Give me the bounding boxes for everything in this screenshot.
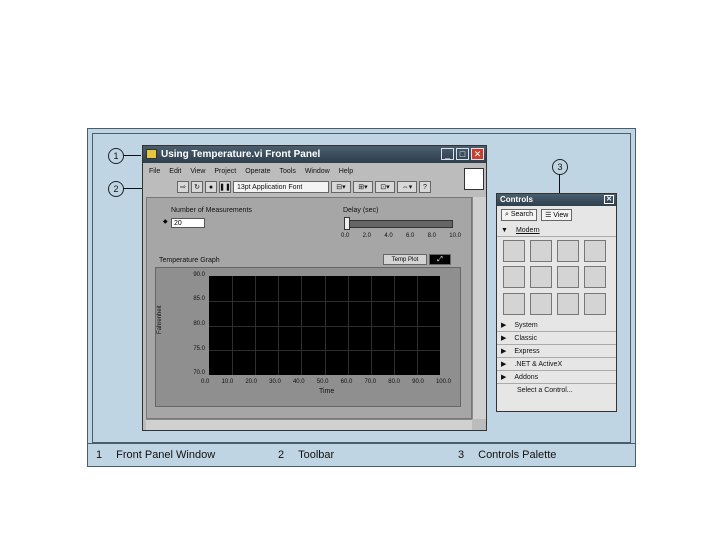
menu-operate[interactable]: Operate (245, 168, 270, 175)
menu-file[interactable]: File (149, 168, 160, 175)
menu-help[interactable]: Help (339, 168, 353, 175)
palette-category-modern[interactable]: ▼ Modern (497, 224, 616, 237)
abort-icon[interactable]: ● (205, 181, 217, 193)
variant-palette-icon[interactable] (530, 292, 552, 315)
context-help-icon[interactable]: ? (419, 181, 431, 193)
io-palette-icon[interactable] (503, 292, 525, 315)
numeric-palette-icon[interactable] (503, 240, 525, 262)
delay-slider-thumb[interactable] (344, 217, 350, 230)
palette-close-button[interactable]: ✕ (604, 195, 614, 204)
containers-palette-icon[interactable] (584, 266, 606, 289)
palette-category-addons[interactable]: ▶ Addons (497, 371, 616, 384)
palette-category-express[interactable]: ▶ Express (497, 345, 616, 358)
y-axis-label: Fahrenheit (157, 305, 163, 334)
plot-legend[interactable]: Temp Plot (383, 254, 427, 265)
decorations-palette-icon[interactable] (557, 292, 579, 315)
legend-item-2: 2 Toolbar (278, 449, 335, 461)
expand-triangle-icon: ▶ (501, 348, 507, 355)
controls-palette: Controls ✕ ⌕ Search ☰ View ▼ Modern ▶ Sy… (496, 193, 617, 412)
menu-edit[interactable]: Edit (169, 168, 181, 175)
run-continuously-icon[interactable]: ↻ (191, 181, 203, 193)
x-axis-label: Time (319, 388, 335, 395)
controls-palette-titlebar[interactable]: Controls ✕ (497, 194, 616, 206)
menu-view[interactable]: View (190, 168, 205, 175)
align-objects-icon[interactable]: ⊟▾ (331, 181, 351, 193)
palette-title: Controls (500, 195, 533, 204)
delay-label: Delay (sec) (343, 207, 379, 214)
expand-triangle-icon: ▶ (501, 361, 507, 368)
string-path-palette-icon[interactable] (557, 240, 579, 262)
maximize-button[interactable]: □ (456, 148, 469, 160)
palette-icon-grid (497, 237, 616, 319)
ring-enum-palette-icon[interactable] (557, 266, 579, 289)
pause-icon[interactable]: ❚❚ (219, 181, 231, 193)
expand-triangle-icon: ▶ (501, 374, 507, 381)
search-icon: ⌕ (505, 211, 509, 218)
collapse-triangle-icon: ▼ (501, 226, 508, 234)
number-of-measurements-label: Number of Measurements (171, 207, 252, 214)
toolbar: ⇨ ↻ ● ❚❚ 13pt Application Font ⊟▾ ⊞▾ ⊡▾ … (143, 179, 470, 195)
boolean-palette-icon[interactable] (530, 240, 552, 262)
vi-connector-icon[interactable] (464, 168, 484, 190)
plot-line-style-icon[interactable]: ⤢ (429, 254, 451, 265)
front-panel-titlebar[interactable]: Using Temperature.vi Front Panel _ □ ✕ (143, 146, 486, 163)
refnum-palette-icon[interactable] (584, 292, 606, 315)
expand-triangle-icon: ▶ (501, 322, 507, 329)
menu-bar: File Edit View Project Operate Tools Win… (143, 164, 486, 178)
font-selector[interactable]: 13pt Application Font (233, 181, 329, 193)
temperature-graph-label: Temperature Graph (159, 257, 220, 264)
reorder-icon[interactable]: ⇔▾ (397, 181, 417, 193)
legend-item-3: 3 Controls Palette (458, 449, 557, 461)
close-button[interactable]: ✕ (471, 148, 484, 160)
vi-icon (146, 149, 157, 159)
palette-view-button[interactable]: ☰ View (541, 209, 573, 221)
run-arrow-icon[interactable]: ⇨ (177, 181, 189, 193)
distribute-objects-icon[interactable]: ⊞▾ (353, 181, 373, 193)
callout-1: 1 (108, 148, 124, 164)
callout-3-arrow (559, 174, 560, 193)
graph-palette-icon[interactable] (530, 266, 552, 289)
window-title: Using Temperature.vi Front Panel (161, 149, 321, 160)
legend-item-1: 1 Front Panel Window (96, 449, 216, 461)
callout-3: 3 (552, 159, 568, 175)
front-panel-window: Using Temperature.vi Front Panel _ □ ✕ F… (142, 145, 487, 431)
graph-plot-area[interactable] (209, 276, 440, 375)
callout-1-arrow (123, 155, 141, 156)
palette-category-classic[interactable]: ▶ Classic (497, 332, 616, 345)
figure-legend: 1 Front Panel Window 2 Toolbar 3 Control… (88, 443, 635, 466)
y-axis-ticks: 90.0 85.0 80.0 75.0 70.0 (193, 272, 205, 376)
expand-triangle-icon: ▶ (501, 335, 507, 342)
select-a-control-item[interactable]: Select a Control... (497, 384, 616, 396)
list-icon: ☰ (545, 212, 552, 219)
delay-slider-track[interactable] (345, 220, 453, 228)
menu-project[interactable]: Project (214, 168, 236, 175)
resize-objects-icon[interactable]: ⊡▾ (375, 181, 395, 193)
palette-category-system[interactable]: ▶ System (497, 319, 616, 332)
array-cluster-palette-icon[interactable] (584, 240, 606, 262)
vertical-scrollbar[interactable] (472, 197, 486, 419)
delay-scale: 0.0 2.0 4.0 6.0 8.0 10.0 (341, 233, 461, 239)
palette-category-dotnet-activex[interactable]: ▶ .NET & ActiveX (497, 358, 616, 371)
palette-button-row: ⌕ Search ☰ View (497, 206, 616, 224)
callout-2: 2 (108, 181, 124, 197)
horizontal-scrollbar[interactable] (146, 419, 472, 430)
list-table-palette-icon[interactable] (503, 266, 525, 289)
menu-tools[interactable]: Tools (279, 168, 295, 175)
menu-window[interactable]: Window (305, 168, 330, 175)
palette-search-button[interactable]: ⌕ Search (501, 209, 538, 221)
x-axis-ticks: 0.0 10.0 20.0 30.0 40.0 50.0 60.0 70.0 8… (201, 379, 451, 385)
increment-decrement-icon[interactable]: ◆ (163, 218, 168, 225)
minimize-button[interactable]: _ (441, 148, 454, 160)
graph-grid (209, 276, 440, 375)
number-of-measurements-input[interactable]: 20 (171, 218, 205, 228)
